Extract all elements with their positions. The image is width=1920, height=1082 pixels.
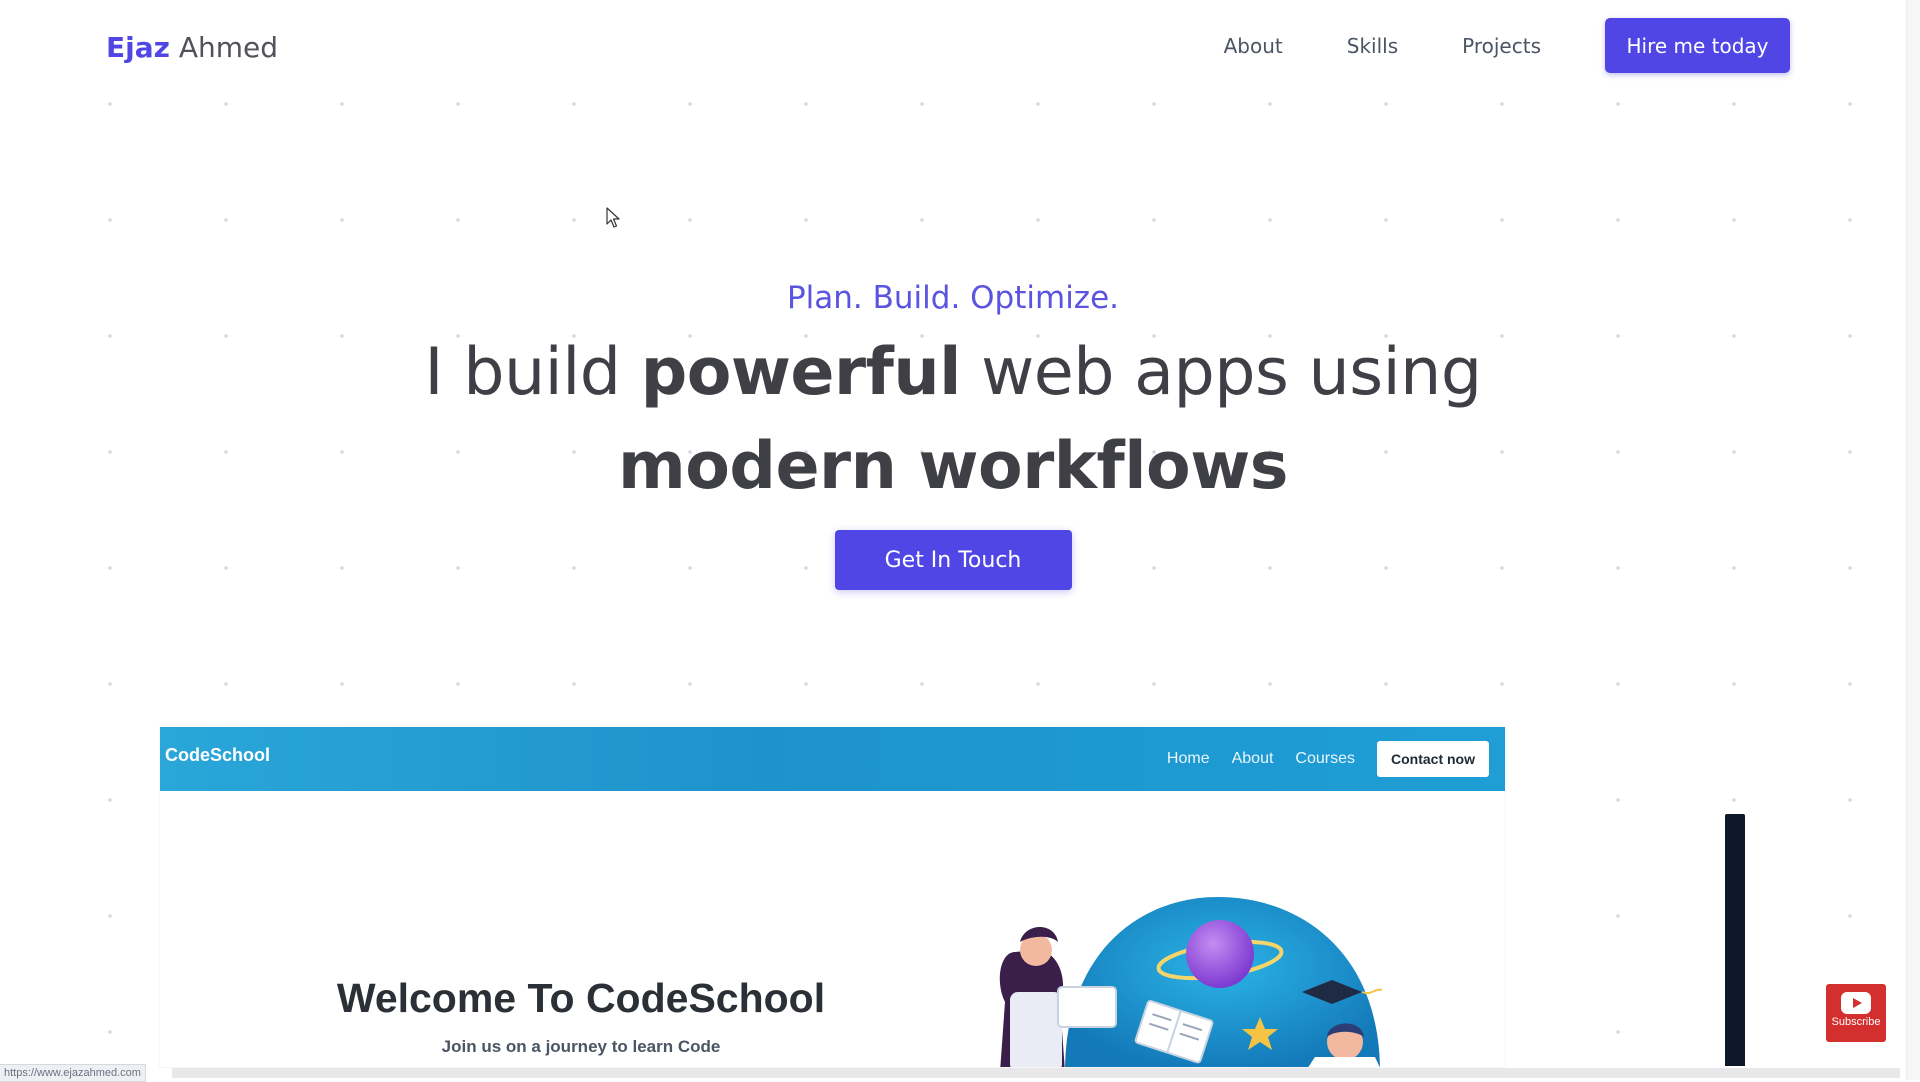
dark-side-bar [1725, 814, 1745, 1066]
project-preview[interactable]: CodeSchool Home About Courses Contact no… [160, 727, 1505, 1067]
codeschool-logo[interactable]: CodeSchool [165, 745, 270, 766]
codeschool-nav-courses[interactable]: Courses [1295, 750, 1355, 768]
nav-link-about[interactable]: About [1224, 34, 1283, 58]
site-logo[interactable]: Ejaz Ahmed [106, 28, 278, 68]
horizontal-scrollbar[interactable] [172, 1068, 1900, 1078]
codeschool-nav-links: Home About Courses Contact now [1167, 741, 1489, 777]
planet-icon [1186, 920, 1254, 988]
subscribe-label: Subscribe [1831, 1016, 1881, 1028]
mouse-pointer-icon [606, 207, 620, 228]
status-bar-url: https://www.ejazahmed.com [0, 1064, 146, 1082]
codeschool-contact-button[interactable]: Contact now [1377, 741, 1489, 777]
get-in-touch-button[interactable]: Get In Touch [834, 530, 1072, 590]
hire-me-button[interactable]: Hire me today [1605, 18, 1790, 73]
main-nav: About Skills Projects Hire me today [1224, 18, 1790, 73]
nav-link-projects[interactable]: Projects [1462, 34, 1541, 58]
hero-section: Plan. Build. Optimize. I build powerful … [0, 270, 1906, 590]
headline-text-2: web apps using [960, 335, 1482, 410]
codeschool-navbar: CodeSchool Home About Courses Contact no… [160, 727, 1505, 791]
headline-text-1: I build [424, 335, 641, 410]
codeschool-nav-about[interactable]: About [1232, 750, 1274, 768]
logo-last-name: Ahmed [178, 31, 279, 64]
youtube-play-icon [1841, 992, 1871, 1014]
hero-tagline: Plan. Build. Optimize. [786, 280, 1120, 316]
nav-link-skills[interactable]: Skills [1347, 34, 1398, 58]
logo-first-name: Ejaz [106, 31, 170, 64]
subscribe-button[interactable]: Subscribe [1826, 984, 1886, 1042]
codeschool-welcome-subtitle: Join us on a journey to learn Code [441, 1037, 721, 1056]
learning-illustration [999, 897, 1383, 1067]
hero-headline: I build powerful web apps using modern w… [0, 326, 1906, 514]
vertical-scrollbar[interactable] [1906, 0, 1920, 1080]
codeschool-nav-home[interactable]: Home [1167, 750, 1210, 768]
codeschool-welcome-title: Welcome To CodeSchool [336, 975, 826, 1021]
headline-bold-2: modern workflows [618, 429, 1288, 504]
headline-bold-1: powerful [640, 335, 962, 410]
